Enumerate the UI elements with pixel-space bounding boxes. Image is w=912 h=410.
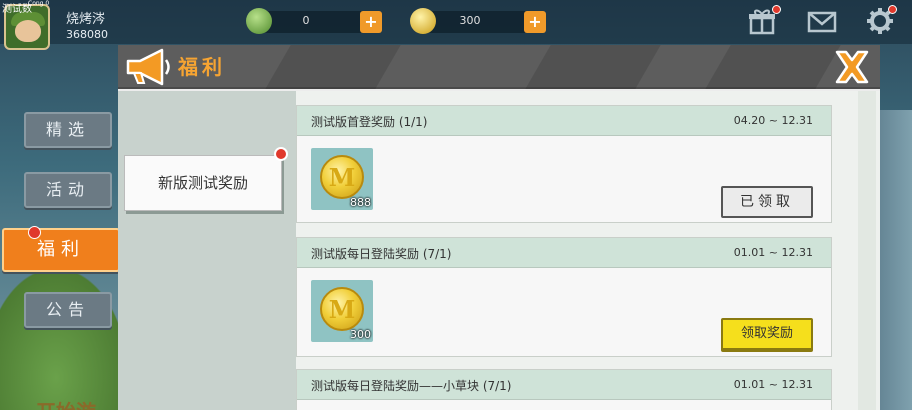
- player-id: 368080: [66, 28, 108, 41]
- reward-title: 测试版每日登陆奖励 (7/1): [311, 247, 452, 261]
- tab-announcements[interactable]: 公告: [24, 292, 112, 328]
- tab-events[interactable]: 活动: [24, 172, 112, 208]
- m-coin-icon: M: [320, 287, 364, 331]
- reward-card-header: 测试版每日登陆奖励——小草块 (7/1) 01.01 ~ 12.31: [297, 370, 831, 400]
- scrollbar[interactable]: [858, 91, 876, 410]
- reward-title: 测试版每日登陆奖励——小草块 (7/1): [311, 379, 512, 393]
- reward-quantity: 888: [350, 196, 371, 209]
- reward-card: 测试版每日登陆奖励——小草块 (7/1) 01.01 ~ 12.31: [296, 369, 832, 410]
- top-bar: 测试数 Cong 0 烧烤涔 368080 0 + 300 +: [0, 0, 912, 50]
- reward-item[interactable]: M 300: [311, 280, 373, 342]
- debug-tiny-label: Cong 0: [28, 0, 50, 7]
- category-column: 新版测试奖励: [118, 91, 296, 410]
- category-new-test-rewards[interactable]: 新版测试奖励: [124, 155, 282, 211]
- close-icon[interactable]: [832, 48, 872, 86]
- header-stripe: [525, 45, 661, 89]
- avatar-face: [15, 20, 41, 42]
- reward-date: 04.20 ~ 12.31: [733, 114, 813, 127]
- reward-list[interactable]: 测试版首登奖励 (1/1) 04.20 ~ 12.31 M 888 已领取 测试…: [296, 91, 880, 410]
- coin-counter: 300 +: [420, 11, 546, 33]
- tab-welfare[interactable]: 福利: [2, 228, 120, 272]
- claimed-button[interactable]: 已领取: [721, 186, 813, 218]
- gem-counter: 0 +: [256, 11, 382, 33]
- reward-quantity: 300: [350, 328, 371, 341]
- start-game-text[interactable]: 开始游: [36, 396, 96, 410]
- header-stripe: [265, 45, 401, 89]
- header-stripe: [705, 45, 841, 89]
- reward-card-header: 测试版首登奖励 (1/1) 04.20 ~ 12.31: [297, 106, 831, 136]
- reward-title: 测试版首登奖励 (1/1): [311, 115, 428, 129]
- reward-card: 测试版每日登陆奖励 (7/1) 01.01 ~ 12.31 M 300 领取奖励: [296, 237, 832, 357]
- m-coin-icon: M: [320, 155, 364, 199]
- gold-coin-icon: [410, 8, 436, 34]
- reward-item[interactable]: M 888: [311, 148, 373, 210]
- reward-date: 01.01 ~ 12.31: [733, 378, 813, 391]
- coin-letter: M: [328, 295, 356, 324]
- settings-notification-dot: [888, 5, 897, 14]
- mail-icon[interactable]: [806, 6, 838, 36]
- reward-card-header: 测试版每日登陆奖励 (7/1) 01.01 ~ 12.31: [297, 238, 831, 268]
- reward-date: 01.01 ~ 12.31: [733, 246, 813, 259]
- welfare-tab-notification-dot: [28, 226, 41, 239]
- welfare-panel: 福利 新版测试奖励 测试版首登奖励 (1/1) 04.20 ~ 12.31 M …: [118, 45, 880, 410]
- add-gem-button[interactable]: +: [360, 11, 382, 33]
- player-name: 烧烤涔: [66, 12, 106, 27]
- panel-header: 福利: [118, 45, 880, 89]
- gift-notification-dot: [772, 5, 781, 14]
- reward-card: 测试版首登奖励 (1/1) 04.20 ~ 12.31 M 888 已领取: [296, 105, 832, 223]
- category-notification-dot: [274, 147, 288, 161]
- coin-letter: M: [328, 163, 356, 192]
- add-coin-button[interactable]: +: [524, 11, 546, 33]
- green-gem-icon: [246, 8, 272, 34]
- claim-reward-button[interactable]: 领取奖励: [721, 318, 813, 350]
- megaphone-icon: [122, 47, 174, 87]
- tab-featured[interactable]: 精选: [24, 112, 112, 148]
- panel-title: 福利: [178, 55, 226, 79]
